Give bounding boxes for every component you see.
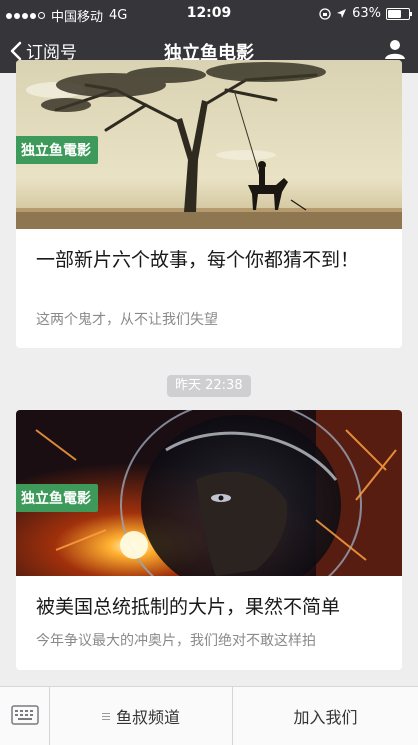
article-cover-image: 独立鱼電影 <box>16 410 402 576</box>
article-cover-image: 独立鱼電影 <box>16 60 402 229</box>
article-card[interactable]: 独立鱼電影 被美国总统抵制的大片，果然不简单 今年争议最大的冲奥片，我们绝对不敢… <box>16 410 402 670</box>
submenu-icon <box>101 712 110 720</box>
article-headline: 一部新片六个故事，每个你都猜不到！ <box>36 249 360 271</box>
message-timestamp: 昨天 22:38 <box>167 375 251 397</box>
bottom-menu: 鱼叔频道 加入我们 <box>0 686 418 745</box>
article-subtitle: 今年争议最大的冲奥片，我们绝对不敢这样拍 <box>36 633 316 649</box>
article-headline: 被美国总统抵制的大片，果然不简单 <box>36 596 341 618</box>
menu-item-label: 加入我们 <box>293 708 358 727</box>
location-arrow-icon <box>337 9 347 18</box>
channel-tag: 独立鱼電影 <box>16 136 98 164</box>
menu-item-channel[interactable]: 鱼叔频道 <box>50 687 233 745</box>
menu-item-label: 鱼叔频道 <box>115 708 180 727</box>
status-bar: 中国移动 4G 12:09 63% <box>0 0 418 28</box>
channel-tag: 独立鱼電影 <box>16 484 98 512</box>
keyboard-toggle-button[interactable] <box>0 687 50 745</box>
article-card[interactable]: 独立鱼電影 一部新片六个故事，每个你都猜不到！ 这两个鬼才，从不让我们失望 <box>16 60 402 348</box>
rotation-lock-icon <box>319 7 331 20</box>
battery-percent: 63% <box>352 6 381 21</box>
menu-item-join[interactable]: 加入我们 <box>233 687 418 745</box>
article-subtitle: 这两个鬼才，从不让我们失望 <box>36 312 218 328</box>
person-icon <box>385 40 405 59</box>
keyboard-icon <box>11 705 39 725</box>
battery-icon <box>386 7 412 20</box>
